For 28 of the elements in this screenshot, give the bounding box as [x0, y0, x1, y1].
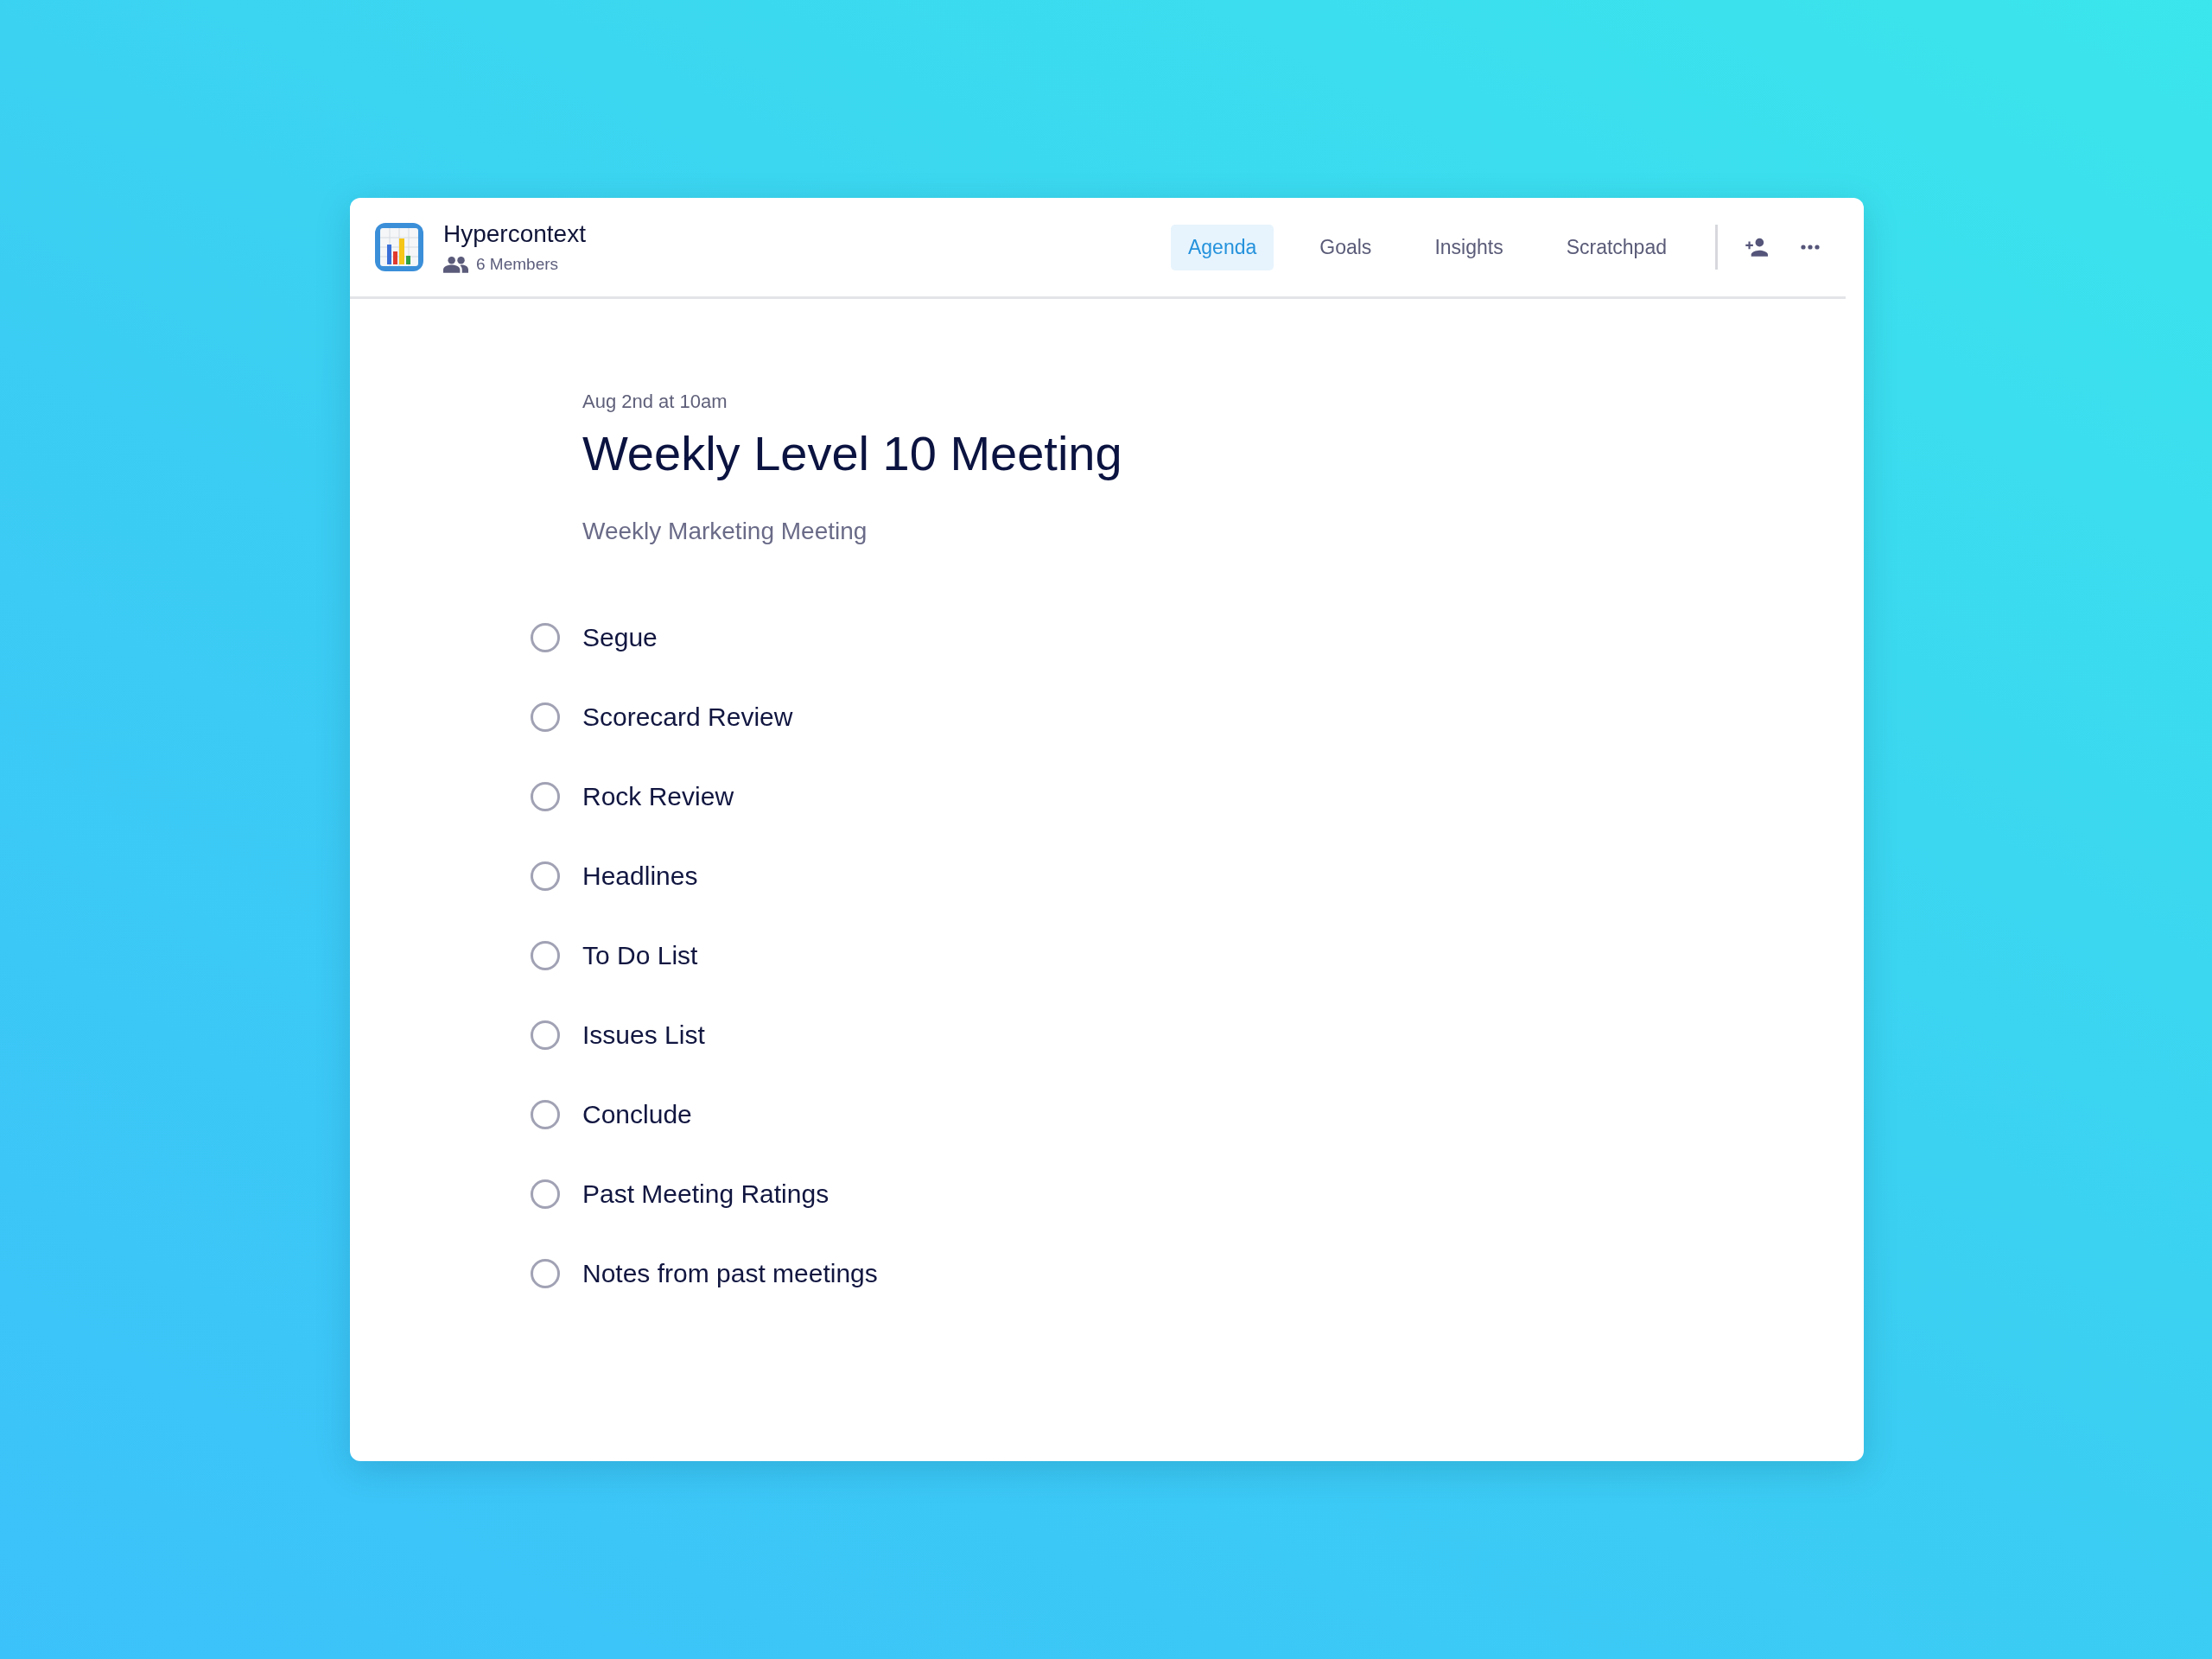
meeting-title: Weekly Level 10 Meeting — [582, 425, 1123, 481]
agenda-item[interactable]: Notes from past meetings — [582, 1259, 878, 1288]
bar-chart-icon — [375, 223, 423, 271]
checkbox[interactable] — [531, 702, 560, 732]
nav-tab[interactable]: Insights — [1417, 224, 1521, 270]
checkbox[interactable] — [531, 623, 560, 652]
agenda-item[interactable]: Headlines — [582, 861, 698, 891]
agenda-item[interactable]: Past Meeting Ratings — [582, 1179, 830, 1209]
checkbox[interactable] — [531, 1100, 560, 1129]
agenda-item[interactable]: To Do List — [582, 941, 698, 970]
agenda-item[interactable]: Segue — [582, 623, 658, 652]
people-icon — [443, 256, 468, 273]
nav-tab[interactable]: Goals — [1302, 224, 1389, 270]
checkbox[interactable] — [531, 1020, 560, 1050]
agenda-item[interactable]: Conclude — [582, 1100, 692, 1129]
members-count: 6 Members — [476, 255, 559, 274]
agenda-item[interactable]: Issues List — [582, 1020, 705, 1050]
checkbox[interactable] — [531, 1259, 560, 1288]
meeting-description: Weekly Marketing Meeting — [582, 518, 868, 545]
checkbox[interactable] — [531, 1179, 560, 1209]
nav-tab[interactable]: Scratchpad — [1548, 224, 1684, 270]
agenda-item[interactable]: Rock Review — [582, 782, 734, 811]
meeting-date: Aug 2nd at 10am — [582, 391, 728, 413]
checkbox[interactable] — [531, 861, 560, 891]
agenda-item[interactable]: Scorecard Review — [582, 702, 793, 732]
checkbox[interactable] — [531, 941, 560, 970]
checkbox[interactable] — [531, 782, 560, 811]
workspace-name: Hypercontext — [443, 220, 586, 248]
